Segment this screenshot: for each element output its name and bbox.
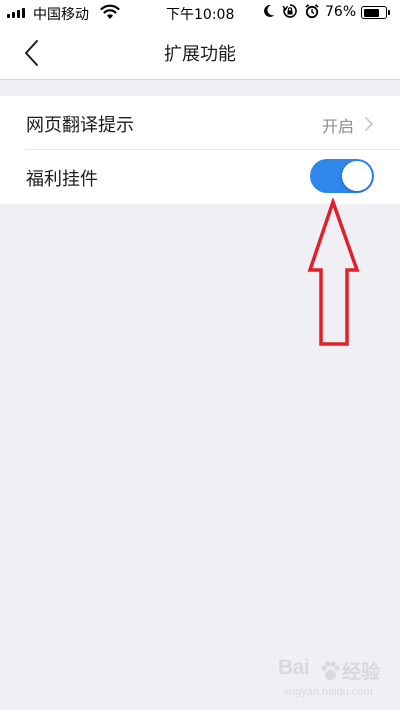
status-icons — [262, 3, 320, 23]
rotation-lock-icon — [282, 3, 298, 23]
moon-icon — [262, 3, 276, 23]
alarm-clock-icon — [304, 3, 320, 23]
baidu-jingyan-watermark: Bai 经验 jingyan.baidu.com — [272, 654, 388, 704]
annotation-arrow-icon — [304, 196, 362, 348]
chevron-right-icon — [364, 116, 374, 131]
settings-row-label: 福利挂件 — [26, 169, 98, 190]
watermark-url: jingyan.baidu.com — [284, 686, 373, 698]
watermark-brand: Bai — [278, 656, 310, 679]
settings-row-label: 网页翻译提示 — [26, 115, 134, 136]
carrier-name: 中国移动 — [33, 7, 89, 23]
signal-strength-icon — [7, 7, 25, 18]
settings-list: 网页翻译提示 开启 福利挂件 — [0, 96, 400, 204]
watermark-brand-suffix: 经验 — [342, 661, 381, 683]
battery-tip — [388, 10, 390, 15]
settings-row-welfare-widget: 福利挂件 — [0, 150, 400, 204]
battery-percentage: 76% — [325, 4, 357, 20]
wifi-icon — [100, 4, 120, 24]
status-bar: 中国移动 下午10:08 76% — [0, 0, 400, 26]
navigation-bar: 扩展功能 — [0, 26, 400, 80]
status-time: 下午10:08 — [166, 7, 235, 23]
welfare-widget-toggle[interactable] — [310, 159, 374, 193]
settings-row-value: 开启 — [321, 117, 354, 136]
paw-icon — [319, 660, 341, 682]
toggle-knob — [342, 161, 372, 191]
battery-icon — [361, 6, 387, 19]
page-title: 扩展功能 — [164, 44, 236, 65]
settings-row-web-translation[interactable]: 网页翻译提示 开启 — [0, 96, 400, 150]
